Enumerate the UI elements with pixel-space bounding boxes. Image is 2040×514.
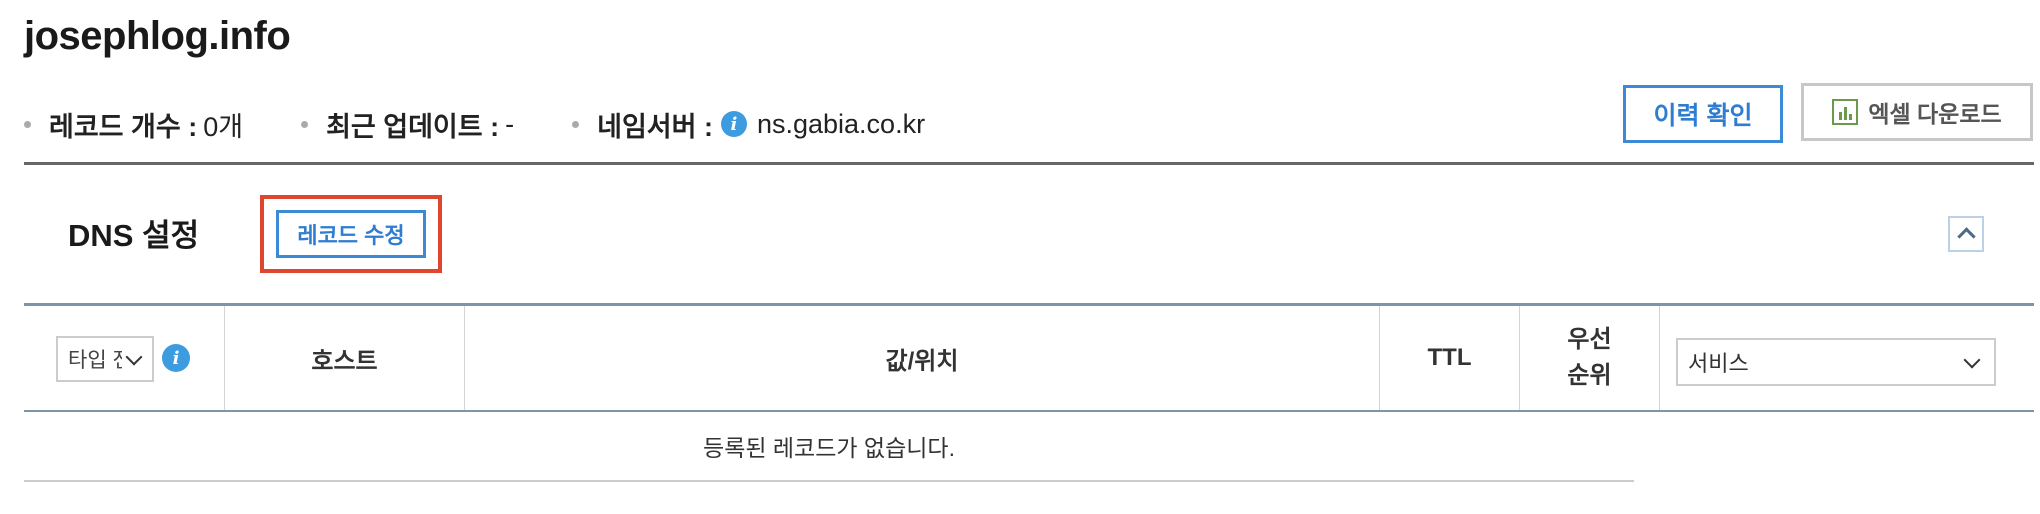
header-priority: 우선 순위 bbox=[1520, 306, 1659, 410]
last-update: 최근 업데이트 : - bbox=[301, 105, 514, 144]
record-count-label: 레코드 개수 : bbox=[49, 111, 198, 142]
excel-download-button[interactable]: 엑셀 다운로드 bbox=[1801, 83, 2033, 141]
nameserver: 네임서버 : i ns.gabia.co.kr bbox=[572, 105, 925, 144]
column-divider bbox=[1659, 306, 1660, 410]
header-ttl: TTL bbox=[1427, 344, 1472, 371]
record-count: 레코드 개수 : 0개 bbox=[24, 105, 243, 144]
history-button[interactable]: 이력 확인 bbox=[1623, 85, 1783, 143]
bullet bbox=[301, 120, 309, 128]
excel-download-label: 엑셀 다운로드 bbox=[1868, 101, 2002, 127]
type-filter-select[interactable]: 타입 전체 bbox=[56, 336, 154, 382]
header-priority-line1: 우선 bbox=[1567, 326, 1612, 353]
last-update-value: - bbox=[505, 108, 515, 139]
record-count-value: 0개 bbox=[203, 111, 244, 142]
excel-chart-icon bbox=[1832, 99, 1859, 125]
chevron-up-icon bbox=[1956, 227, 1976, 246]
bullet bbox=[572, 120, 580, 128]
table-header: 타입 전체 i 호스트 값/위치 TTL 우선 순위 서비스 bbox=[24, 306, 2034, 410]
nameserver-label: 네임서버 : bbox=[597, 111, 713, 142]
divider bbox=[24, 162, 2034, 165]
record-meta: 레코드 개수 : 0개 최근 업데이트 : - 네임서버 : i ns.gabi… bbox=[24, 104, 983, 144]
edit-records-button[interactable]: 레코드 수정 bbox=[276, 210, 426, 258]
empty-message: 등록된 레코드가 없습니다. bbox=[703, 435, 955, 461]
service-select[interactable]: 서비스 bbox=[1676, 338, 1996, 386]
type-filter-value: 타입 전체 bbox=[68, 349, 122, 372]
service-select-value: 서비스 bbox=[1688, 351, 1749, 376]
nameserver-value: ns.gabia.co.kr bbox=[756, 108, 926, 139]
collapse-button[interactable] bbox=[1948, 216, 1984, 252]
chevron-down-icon bbox=[125, 348, 143, 365]
table-bottom-border bbox=[24, 480, 1634, 482]
domain-title: josephlog.info bbox=[24, 14, 291, 58]
info-icon[interactable]: i bbox=[720, 111, 747, 137]
last-update-label: 최근 업데이트 : bbox=[326, 111, 500, 142]
bullet bbox=[24, 120, 31, 128]
chevron-down-icon bbox=[1963, 351, 1981, 368]
header-value: 값/위치 bbox=[885, 347, 959, 375]
header-host: 호스트 bbox=[311, 347, 378, 375]
header-priority-line2: 순위 bbox=[1567, 362, 1612, 389]
type-info[interactable]: i bbox=[162, 344, 190, 372]
section-title: DNS 설정 bbox=[68, 218, 200, 253]
info-icon[interactable]: i bbox=[162, 344, 190, 372]
